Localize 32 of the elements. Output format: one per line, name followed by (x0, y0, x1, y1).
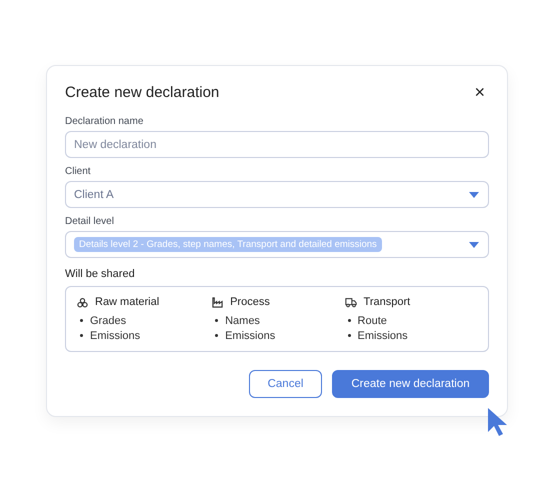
truck-icon (344, 296, 357, 308)
input-field[interactable]: New declaration (65, 131, 489, 158)
section-title: Will be shared (65, 268, 136, 280)
cursor-icon (487, 407, 509, 437)
bullet-icon (215, 334, 218, 337)
field-label: Declaration name (65, 116, 144, 127)
field-label: Client (65, 166, 92, 177)
list-item: Emissions (358, 330, 408, 342)
selected-chip: Details level 2 - Grades, step names, Transport and detailed emissions (74, 237, 382, 252)
close-button[interactable]: × (470, 83, 489, 101)
list-item: Route (358, 314, 387, 326)
group-title: Process (230, 296, 270, 308)
cancel-button[interactable]: Cancel (249, 370, 322, 398)
list-item: Emissions (225, 330, 276, 342)
dropdown-field[interactable]: Client A (65, 181, 489, 208)
caret-icon (469, 242, 479, 248)
list-item: Emissions (90, 330, 140, 342)
list-item: Names (225, 314, 260, 326)
field-label: Detail level (65, 216, 115, 227)
group-title: Raw material (95, 296, 160, 308)
dialog-title: Create new declaration (65, 84, 220, 100)
stones-icon (77, 296, 88, 308)
create-button[interactable]: Create new declaration (332, 370, 489, 398)
bullet-icon (348, 319, 351, 322)
bullet-icon (80, 334, 83, 337)
factory-icon (212, 296, 224, 308)
group-title: Transport (364, 296, 410, 308)
caret-icon (469, 192, 479, 198)
bullet-icon (348, 334, 351, 337)
bullet-icon (215, 319, 218, 322)
list-item: Grades (90, 314, 126, 326)
bullet-icon (80, 319, 83, 322)
